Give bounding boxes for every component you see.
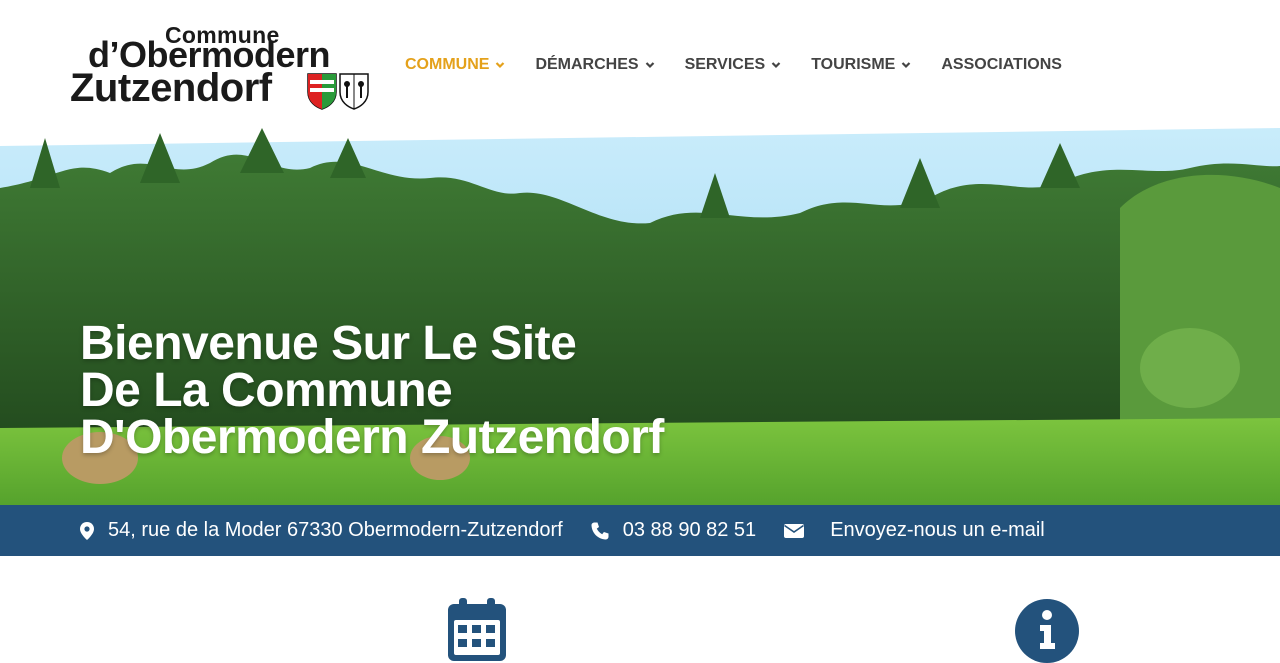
nav-item-services[interactable]: SERVICES	[685, 56, 782, 74]
quick-links-section	[0, 556, 1280, 663]
info-circle-icon[interactable]	[1015, 599, 1079, 663]
chevron-down-icon	[771, 62, 781, 69]
hero-title: Bienvenue Sur Le Site De La Commune D'Ob…	[80, 317, 664, 464]
site-logo[interactable]: Commune d’Obermodern Zutzendorf	[70, 22, 370, 112]
main-nav: COMMUNE DÉMARCHES SERVICES TOURISME ASSO…	[405, 56, 1092, 74]
logo-line-3: Zutzendorf	[70, 66, 272, 110]
map-marker-icon	[80, 521, 94, 540]
email-link-label: Envoyez-nous un e-mail	[830, 519, 1045, 541]
address-text: 54, rue de la Moder 67330 Obermodern-Zut…	[108, 519, 563, 541]
nav-item-label: TOURISME	[811, 56, 896, 73]
nav-item-associations[interactable]: ASSOCIATIONS	[941, 56, 1062, 74]
phone-number: 03 88 90 82 51	[622, 519, 757, 541]
nav-item-label: COMMUNE	[405, 56, 490, 73]
hero-title-line: D'Obermodern Zutzendorf	[80, 411, 664, 464]
hero-title-line: De La Commune	[80, 364, 453, 417]
calendar-icon[interactable]	[447, 598, 507, 661]
hero-title-line: Bienvenue Sur Le Site	[80, 317, 577, 370]
chevron-down-icon	[496, 62, 505, 69]
chevron-down-icon	[902, 62, 911, 69]
hero-banner: Bienvenue Sur Le Site De La Commune D'Ob…	[0, 128, 1280, 556]
nav-item-label: SERVICES	[684, 56, 766, 73]
nav-item-commune[interactable]: COMMUNE	[405, 56, 505, 74]
address-item: 54, rue de la Moder 67330 Obermodern-Zut…	[80, 519, 563, 542]
nav-item-tourisme[interactable]: TOURISME	[811, 56, 911, 74]
email-link[interactable]: Envoyez-nous un e-mail	[784, 519, 1045, 542]
phone-item[interactable]: 03 88 90 82 51	[591, 519, 756, 542]
site-header: Commune d’Obermodern Zutzendorf COMMUNE …	[0, 0, 1280, 140]
envelope-icon	[784, 523, 805, 539]
contact-infobar: 54, rue de la Moder 67330 Obermodern-Zut…	[0, 505, 1280, 556]
nav-item-demarches[interactable]: DÉMARCHES	[535, 56, 654, 74]
nav-item-label: DÉMARCHES	[535, 56, 639, 73]
chevron-down-icon	[645, 62, 654, 69]
phone-icon	[591, 522, 609, 540]
nav-item-label: ASSOCIATIONS	[941, 56, 1062, 73]
coat-of-arms-icon	[307, 73, 369, 110]
